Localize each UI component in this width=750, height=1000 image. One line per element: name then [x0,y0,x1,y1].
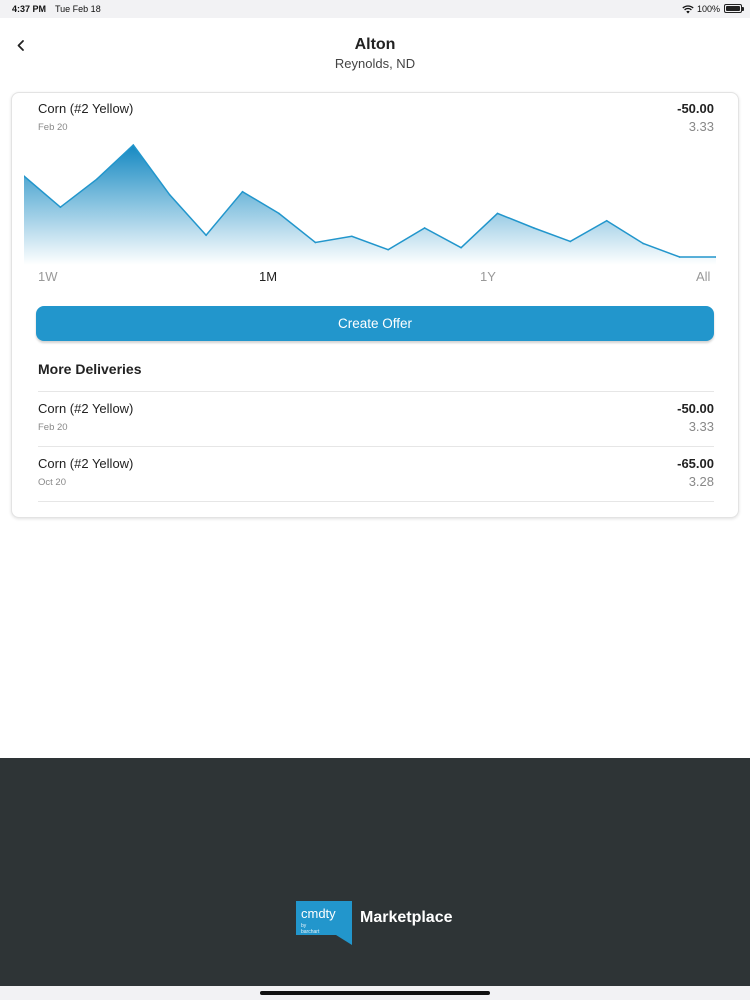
logo-subtext: by barchart [301,923,320,935]
range-selector: 1W 1M 1Y All [12,269,738,289]
chart-point [314,241,317,244]
chart-point [642,242,644,245]
wifi-icon [682,4,694,13]
range-1y[interactable]: 1Y [480,269,496,284]
chart-point [605,219,608,222]
status-time: 4:37 PM [12,4,47,14]
status-date: Tue Feb 18 [55,4,101,14]
commodity-name: Corn (#2 Yellow) [38,101,134,116]
delivery-month: Oct 20 [38,477,66,488]
nav-header: Alton Reynolds, ND [0,18,750,82]
price-value: 3.33 [688,419,714,434]
chart-point [350,235,353,238]
delivery-card: Corn (#2 Yellow) Feb 20 -50.00 3.33 1W 1… [11,92,739,518]
chart-point [533,227,535,229]
chart-point [496,212,499,215]
list-item[interactable]: Corn (#2 Yellow) Feb 20 -50.00 3.33 [38,401,714,441]
range-all[interactable]: All [696,269,710,284]
chart-point [132,144,135,146]
delivery-month: Feb 20 [38,422,68,433]
list-item[interactable]: Corn (#2 Yellow) Oct 20 -65.00 3.28 [38,456,714,496]
chart-point [59,206,62,209]
divider [38,391,714,392]
section-title-more-deliveries: More Deliveries [38,361,142,377]
chart-point [460,246,462,249]
page-subtitle: Reynolds, ND [334,56,416,71]
chart-point [241,190,244,193]
range-1w[interactable]: 1W [38,269,58,284]
battery-percent: 100% [696,4,720,14]
price-value: 3.33 [688,119,714,134]
home-indicator[interactable] [260,991,490,995]
chart-point [569,240,572,243]
price-chart [24,143,716,265]
chart-point [423,227,426,229]
basis-value: -50.00 [677,401,714,416]
delivery-month: Feb 20 [38,122,68,133]
chart-area [24,145,716,265]
range-1m[interactable]: 1M [259,269,277,284]
divider [38,446,714,447]
commodity-name: Corn (#2 Yellow) [38,456,134,471]
home-area [0,986,750,1000]
marketplace-label: Marketplace [360,909,453,926]
basis-value: -50.00 [677,101,714,116]
status-bar: 4:37 PM Tue Feb 18 100% [0,0,750,18]
chart-point [205,234,207,237]
create-offer-button[interactable]: Create Offer [36,306,714,341]
basis-value: -65.00 [677,456,714,471]
battery-icon [724,4,744,13]
footer: cmdty by barchart Marketplace [0,758,750,986]
chart-point [678,256,681,258]
chart-point [96,178,98,181]
page-title: Alton [354,36,396,53]
chart-point [278,212,280,215]
chart-point [387,248,390,251]
divider [38,501,714,502]
commodity-name: Corn (#2 Yellow) [38,401,134,416]
status-right: 100% [682,4,720,14]
chart-point [168,193,171,196]
price-value: 3.28 [688,474,714,489]
logo-text: cmdty [301,906,336,921]
logo-tail [336,935,352,945]
